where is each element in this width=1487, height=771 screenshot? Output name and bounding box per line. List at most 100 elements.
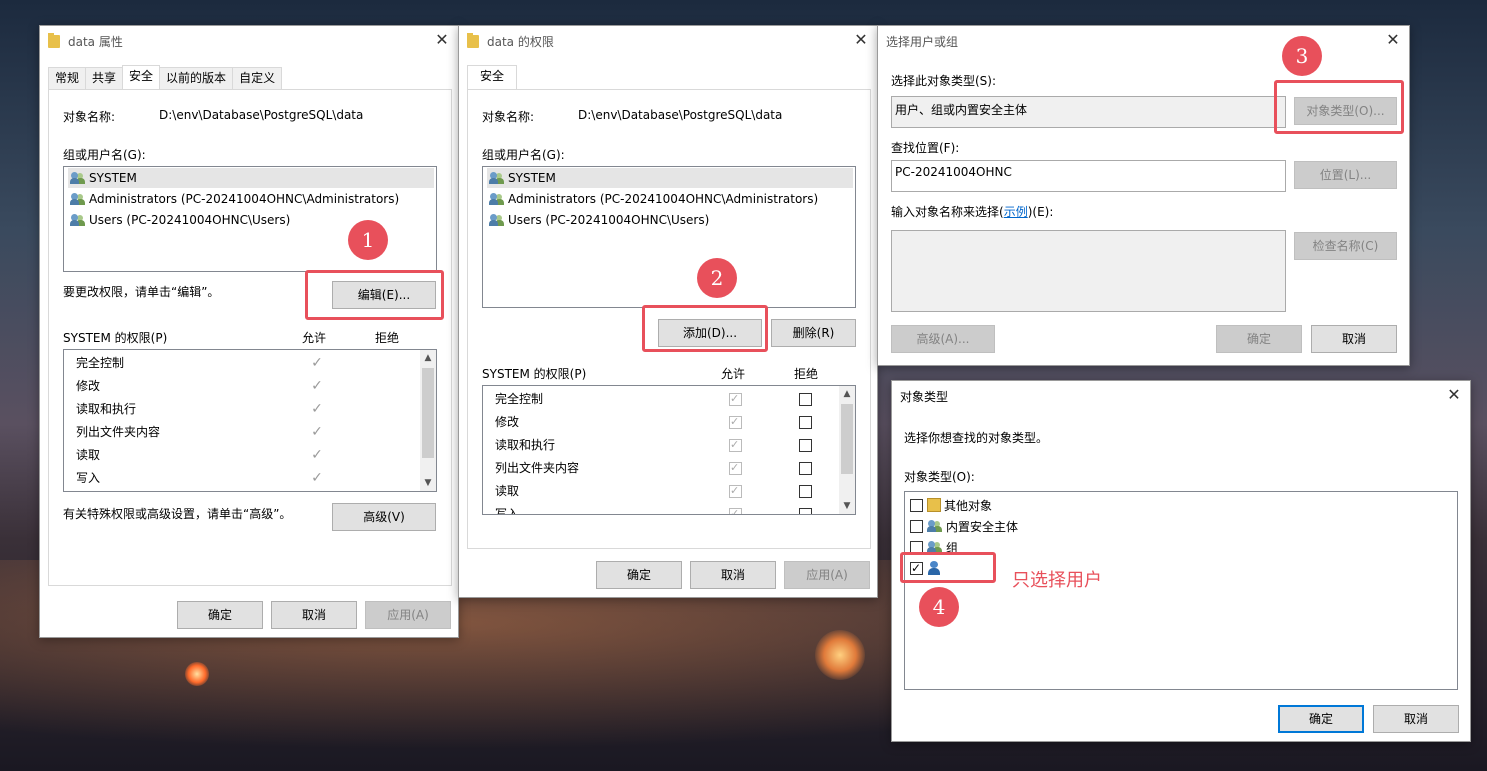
permission-row: 修改 <box>76 379 101 393</box>
users-list[interactable]: SYSTEM Administrators (PC-20241004OHNC\A… <box>482 166 856 308</box>
tab-sharing[interactable]: 共享 <box>85 67 124 89</box>
scroll-up-icon[interactable]: ▲ <box>839 386 855 402</box>
step-2-badge: 2 <box>697 258 737 298</box>
advanced-hint: 有关特殊权限或高级设置，请单击“高级”。 <box>63 507 292 521</box>
dialog-title: data 的权限 <box>487 34 554 49</box>
scrollbar[interactable]: ▲ ▼ <box>839 386 855 514</box>
deny-header: 拒绝 <box>794 367 819 381</box>
allow-checkbox[interactable] <box>729 484 742 498</box>
close-icon[interactable]: ✕ <box>1446 387 1462 403</box>
users-list[interactable]: SYSTEM Administrators (PC-20241004OHNC\A… <box>63 166 437 272</box>
step-1-badge: 1 <box>348 220 388 260</box>
deny-checkbox[interactable] <box>799 416 812 429</box>
checkbox[interactable] <box>910 498 923 512</box>
deny-checkbox[interactable] <box>799 508 812 514</box>
wallpaper-spark <box>185 662 209 686</box>
locations-button[interactable]: 位置(L)... <box>1294 161 1397 189</box>
step-3-badge: 3 <box>1282 36 1322 76</box>
allow-checkbox[interactable] <box>729 392 742 406</box>
title-bar: 对象类型 <box>892 381 1470 411</box>
scroll-thumb[interactable] <box>841 404 853 474</box>
tab-security[interactable]: 安全 <box>467 65 518 89</box>
tab-strip: 常规 共享 安全 以前的版本 自定义 <box>48 65 283 89</box>
examples-link[interactable]: 示例 <box>1004 205 1028 219</box>
object-names-input[interactable] <box>891 230 1286 312</box>
allow-checkbox[interactable] <box>729 461 742 475</box>
check-names-button[interactable]: 检查名称(C) <box>1294 232 1397 260</box>
cancel-button[interactable]: 取消 <box>690 561 776 589</box>
list-item[interactable]: Users (PC-20241004OHNC\Users) <box>487 210 853 230</box>
list-item[interactable]: 内置安全主体 <box>910 517 1018 535</box>
allow-checkbox[interactable] <box>729 438 742 452</box>
type-label: 内置安全主体 <box>946 519 1019 534</box>
scroll-down-icon[interactable]: ▼ <box>839 498 855 514</box>
location-label: 查找位置(F): <box>891 141 960 155</box>
scrollbar[interactable]: ▲ ▼ <box>420 350 436 491</box>
deny-checkbox[interactable] <box>799 462 812 475</box>
location-value: PC-20241004OHNC <box>895 165 1012 179</box>
deny-header: 拒绝 <box>375 331 400 345</box>
cancel-button[interactable]: 取消 <box>1373 705 1459 733</box>
folder-icon <box>927 498 941 512</box>
folder-icon <box>48 32 60 48</box>
deny-checkbox[interactable] <box>799 439 812 452</box>
ok-button[interactable]: 确定 <box>177 601 263 629</box>
ok-button[interactable]: 确定 <box>1216 325 1302 353</box>
allow-check-icon: ✓ <box>311 447 323 463</box>
permission-row: 完全控制 <box>495 392 544 406</box>
advanced-button[interactable]: 高级(A)... <box>891 325 995 353</box>
apply-button[interactable]: 应用(A) <box>784 561 870 589</box>
tab-strip: 安全 <box>467 65 518 89</box>
permission-row: 读取 <box>495 484 520 498</box>
list-item[interactable]: Administrators (PC-20241004OHNC\Administ… <box>487 189 853 209</box>
object-name-label: 对象名称: <box>482 110 535 124</box>
folder-icon <box>467 32 479 48</box>
object-types-list[interactable]: 其他对象 内置安全主体 组 <box>904 491 1458 690</box>
allow-check-icon: ✓ <box>311 470 323 486</box>
names-label-text: 输入对象名称来选择( <box>891 205 1004 219</box>
object-type-field: 用户、组或内置安全主体 <box>891 96 1286 128</box>
cancel-button[interactable]: 取消 <box>271 601 357 629</box>
scroll-thumb[interactable] <box>422 368 434 458</box>
close-icon[interactable]: ✕ <box>853 32 869 48</box>
list-item[interactable]: 其他对象 <box>910 496 992 514</box>
object-name-value: D:\env\Database\PostgreSQL\data <box>578 108 783 122</box>
tab-general[interactable]: 常规 <box>48 67 87 89</box>
checkbox[interactable] <box>910 519 923 533</box>
permissions-list[interactable]: 完全控制 ✓ 修改 ✓ 读取和执行 ✓ 列出文件夹内容 ✓ 读取 ✓ 写入 ✓ … <box>63 349 437 492</box>
title-bar: 选择用户或组 <box>878 26 1409 56</box>
tab-previous-versions[interactable]: 以前的版本 <box>159 67 234 89</box>
scroll-up-icon[interactable]: ▲ <box>420 350 436 366</box>
step-4-badge: 4 <box>919 587 959 627</box>
allow-checkbox[interactable] <box>729 415 742 429</box>
close-icon[interactable]: ✕ <box>1385 32 1401 48</box>
apply-button[interactable]: 应用(A) <box>365 601 451 629</box>
advanced-button[interactable]: 高级(V) <box>332 503 436 531</box>
list-item[interactable]: SYSTEM <box>68 168 434 188</box>
user-name: Administrators (PC-20241004OHNC\Administ… <box>508 192 819 206</box>
ok-button[interactable]: 确定 <box>1278 705 1364 733</box>
user-name: SYSTEM <box>508 171 556 185</box>
permission-row: 写入 <box>76 471 101 485</box>
scroll-down-icon[interactable]: ▼ <box>420 475 436 491</box>
allow-checkbox[interactable] <box>729 507 742 514</box>
wallpaper-lamp <box>815 630 865 680</box>
permissions-list[interactable]: 完全控制 修改 读取和执行 列出文件夹内容 读取 写入 ▲ ▼ <box>482 385 856 515</box>
list-item[interactable]: Administrators (PC-20241004OHNC\Administ… <box>68 189 434 209</box>
list-item[interactable]: SYSTEM <box>487 168 853 188</box>
deny-checkbox[interactable] <box>799 485 812 498</box>
allow-header: 允许 <box>302 331 327 345</box>
user-name: Users (PC-20241004OHNC\Users) <box>89 213 291 227</box>
users-icon <box>489 192 505 206</box>
tab-customize[interactable]: 自定义 <box>232 67 283 89</box>
permission-row: 修改 <box>495 415 520 429</box>
cancel-button[interactable]: 取消 <box>1311 325 1397 353</box>
close-icon[interactable]: ✕ <box>434 32 450 48</box>
deny-checkbox[interactable] <box>799 393 812 406</box>
tab-security[interactable]: 安全 <box>122 65 161 89</box>
ok-button[interactable]: 确定 <box>596 561 682 589</box>
object-types-label: 对象类型(O): <box>904 470 975 484</box>
security-panel: 对象名称: D:\env\Database\PostgreSQL\data 组或… <box>48 89 452 586</box>
remove-button[interactable]: 删除(R) <box>771 319 856 347</box>
user-name: Users (PC-20241004OHNC\Users) <box>508 213 710 227</box>
